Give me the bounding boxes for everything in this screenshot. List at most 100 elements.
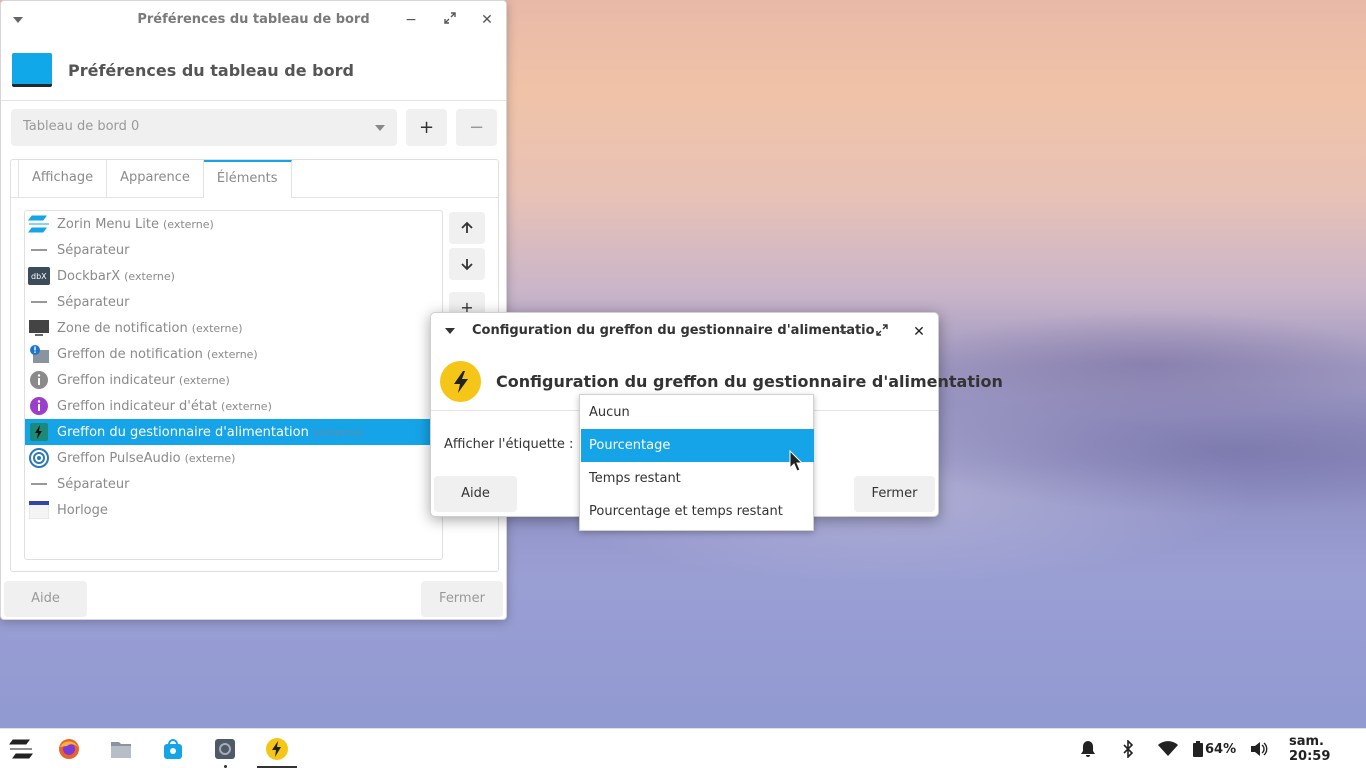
chevron-down-icon	[375, 125, 385, 131]
list-item[interactable]: Greffon indicateur (externe)	[25, 367, 442, 393]
software-store-icon[interactable]	[161, 737, 185, 761]
arrow-up-icon	[461, 221, 473, 233]
help-button[interactable]: Aide	[4, 581, 87, 617]
panel-preferences-window: Préférences du tableau de bord − ✕ Préfé…	[0, 0, 507, 620]
list-item-label: Greffon de notification	[57, 346, 203, 362]
list-item-suffix: (externe)	[124, 269, 175, 283]
info-purple-icon	[28, 396, 50, 416]
power-bolt-icon	[440, 361, 481, 402]
separator-icon	[28, 474, 50, 494]
list-item-label: Horloge	[57, 502, 108, 518]
list-item-label: Greffon du gestionnaire d'alimentation	[57, 424, 309, 440]
list-item[interactable]: Séparateur	[25, 471, 442, 497]
battery-indicator[interactable]: 64%	[1193, 737, 1236, 761]
files-icon[interactable]	[109, 737, 133, 761]
notification-icon	[28, 344, 50, 364]
list-item-suffix: (externe)	[162, 217, 214, 231]
titlebar: Préférences du tableau de bord − ✕	[1, 1, 506, 39]
window-title: Préférences du tableau de bord	[137, 12, 370, 27]
separator-icon	[28, 292, 50, 312]
items-list: Zorin Menu Lite (externe) Séparateur dbX Doc…	[24, 210, 443, 560]
option-aucun[interactable]: Aucun	[581, 396, 814, 429]
remove-panel-button[interactable]: −	[456, 109, 497, 146]
battery-icon	[1193, 741, 1203, 757]
list-item-suffix: (externe)	[191, 321, 243, 335]
maximize-icon[interactable]	[440, 10, 460, 30]
option-pourcentage-et-temps[interactable]: Pourcentage et temps restant	[581, 495, 814, 528]
info-gray-icon	[28, 370, 50, 390]
list-item[interactable]: Zorin Menu Lite (externe)	[25, 211, 442, 237]
label-options-dropdown: Aucun Pourcentage Temps restant Pourcent…	[579, 394, 814, 531]
settings-manager-icon[interactable]	[213, 737, 237, 761]
clock-icon	[28, 500, 50, 520]
window-menu-icon[interactable]	[445, 328, 455, 334]
list-item-label: Greffon PulseAudio	[57, 450, 181, 466]
notification-bell-icon[interactable]	[1080, 737, 1096, 761]
add-panel-button[interactable]: +	[406, 109, 447, 146]
close-icon[interactable]: ✕	[909, 322, 929, 342]
panel-selector[interactable]: Tableau de bord 0	[11, 109, 397, 146]
option-pourcentage[interactable]: Pourcentage	[581, 429, 814, 462]
show-label-caption: Afficher l'étiquette :	[444, 437, 574, 452]
list-item-label: Séparateur	[57, 242, 130, 258]
list-item-suffix: (externe)	[184, 451, 236, 465]
zorin-logo-icon	[28, 214, 50, 234]
bluetooth-icon[interactable]	[1122, 737, 1134, 761]
firefox-icon[interactable]	[57, 737, 81, 761]
list-item-suffix: (externe)	[206, 347, 258, 361]
wifi-icon[interactable]	[1158, 737, 1178, 761]
list-item-label: Greffon indicateur	[57, 372, 175, 388]
move-down-button[interactable]	[449, 248, 485, 280]
mouse-cursor-icon	[789, 450, 803, 472]
list-item[interactable]: dbX DockbarX (externe)	[25, 263, 442, 289]
arrow-down-icon	[461, 259, 473, 271]
list-item-label: DockbarX	[57, 268, 121, 284]
battery-percent: 64%	[1205, 741, 1237, 757]
power-manager-taskbar-icon[interactable]	[265, 737, 289, 761]
list-item[interactable]: Greffon PulseAudio (externe)	[25, 445, 442, 471]
minimize-icon[interactable]: −	[401, 10, 421, 30]
dialog-close-button[interactable]: Fermer	[854, 476, 935, 512]
zorin-menu-icon[interactable]	[8, 737, 34, 761]
monitor-icon	[28, 318, 50, 338]
maximize-icon[interactable]	[872, 322, 892, 342]
dockbarx-icon: dbX	[28, 266, 50, 286]
panel-selector-value: Tableau de bord 0	[23, 119, 140, 134]
power-bolt-icon	[28, 422, 50, 442]
list-item-label: Zorin Menu Lite	[57, 216, 159, 232]
volume-icon[interactable]	[1250, 737, 1268, 761]
panel-app-icon	[12, 53, 52, 87]
move-up-button[interactable]	[449, 212, 485, 244]
dialog-title: Configuration du greffon du gestionnaire…	[472, 323, 875, 338]
list-item[interactable]: Greffon de notification (externe)	[25, 341, 442, 367]
list-item-suffix: (externe)	[178, 373, 230, 387]
list-item[interactable]: Horloge	[25, 497, 442, 523]
list-item-label: Séparateur	[57, 476, 130, 492]
list-item[interactable]: Zone de notification (externe)	[25, 315, 442, 341]
list-item-suffix: (externe)	[312, 425, 364, 439]
tab-elements[interactable]: Éléments	[203, 160, 292, 198]
option-temps-restant[interactable]: Temps restant	[581, 462, 814, 495]
list-item[interactable]: Séparateur	[25, 237, 442, 263]
tab-affichage[interactable]: Affichage	[18, 160, 108, 198]
close-button[interactable]: Fermer	[421, 581, 503, 617]
window-header: Préférences du tableau de bord	[1, 39, 506, 101]
list-item-label: Zone de notification	[57, 320, 188, 336]
tab-apparence[interactable]: Apparence	[107, 160, 204, 198]
taskbar: 64% sam. 20:59	[0, 728, 1366, 768]
minimize-icon[interactable]: −	[834, 322, 854, 342]
dialog-heading: Configuration du greffon du gestionnaire…	[496, 372, 1003, 391]
close-icon[interactable]: ✕	[477, 10, 497, 30]
list-item[interactable]: Séparateur	[25, 289, 442, 315]
list-item-label: Greffon indicateur d'état	[57, 398, 218, 414]
clock[interactable]: sam. 20:59	[1289, 734, 1366, 764]
list-item[interactable]: Greffon du gestionnaire d'alimentation (e…	[25, 419, 442, 445]
page-title: Préférences du tableau de bord	[68, 61, 354, 80]
tab-bar: Affichage Apparence Éléments	[18, 160, 292, 198]
list-item[interactable]: Greffon indicateur d'état (externe)	[25, 393, 442, 419]
list-item-suffix: (externe)	[221, 399, 272, 413]
dialog-help-button[interactable]: Aide	[434, 476, 517, 512]
preferences-notebook: Affichage Apparence Éléments Zorin Menu …	[10, 159, 499, 572]
pulseaudio-icon	[28, 448, 50, 468]
separator-icon	[28, 240, 50, 260]
